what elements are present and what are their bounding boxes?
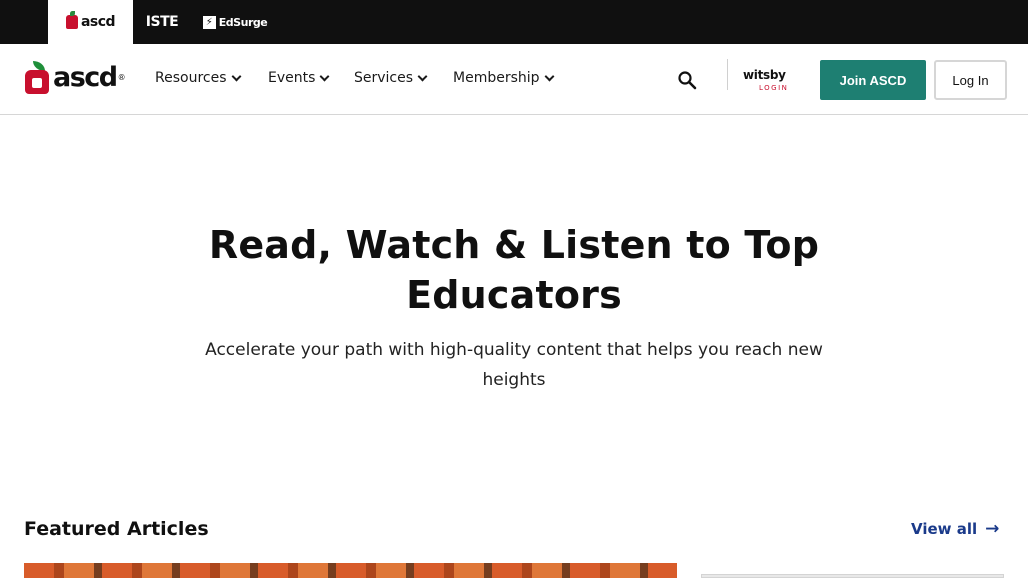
featured-articles-heading: Featured Articles — [24, 518, 209, 540]
witsby-login-link[interactable]: witsby LOGIN — [743, 68, 803, 94]
hero-subtitle: Accelerate your path with high-quality c… — [205, 340, 823, 390]
brand-tab-edsurge[interactable]: ⚡ EdSurge — [198, 0, 272, 44]
brand-tab-ascd[interactable]: ascd — [48, 0, 133, 44]
nav-item-label: Services — [354, 70, 414, 86]
nav-item-resources[interactable]: Resources — [155, 68, 241, 88]
ascd-apple-icon — [25, 60, 49, 94]
ascd-logo[interactable]: ascd ® — [25, 60, 126, 94]
featured-article-card-image[interactable] — [24, 563, 677, 578]
chevron-down-icon — [319, 71, 330, 81]
brand-bar: ascd ISTE ⚡ EdSurge — [0, 0, 1028, 44]
chevron-down-icon — [544, 71, 554, 81]
join-ascd-button[interactable]: Join ASCD — [820, 60, 926, 100]
witsby-wordmark: witsby — [743, 68, 786, 82]
ascd-mini-logo-icon — [65, 11, 78, 29]
view-all-link[interactable]: View all → — [911, 519, 999, 539]
log-in-button[interactable]: Log In — [934, 60, 1007, 100]
logo-wordmark: ascd — [53, 61, 118, 93]
view-all-label: View all — [911, 520, 978, 538]
nav-item-label: Events — [268, 70, 316, 86]
chevron-down-icon — [231, 71, 241, 81]
nav-divider — [727, 59, 728, 90]
card-image-pattern — [24, 563, 677, 578]
nav-item-services[interactable]: Services — [354, 68, 428, 88]
brand-tab-label: EdSurge — [218, 15, 268, 29]
brand-tab-label: ascd — [80, 14, 116, 30]
brand-tab-iste[interactable]: ISTE — [140, 0, 184, 44]
nav-item-membership[interactable]: Membership — [453, 68, 554, 88]
logo-registered-mark: ® — [117, 72, 126, 82]
chevron-down-icon — [417, 71, 428, 81]
brand-tab-label: ISTE — [145, 14, 179, 30]
witsby-login-label: LOGIN — [759, 84, 789, 92]
nav-item-label: Membership — [453, 70, 540, 86]
hero-title: Read, Watch & Listen to Top Educators — [208, 223, 820, 317]
bolt-icon: ⚡ — [202, 15, 216, 29]
featured-article-card-secondary[interactable] — [701, 574, 1004, 578]
nav-item-events[interactable]: Events — [268, 68, 330, 88]
nav-item-label: Resources — [155, 70, 227, 86]
search-icon[interactable] — [677, 70, 697, 90]
arrow-right-icon: → — [985, 519, 1000, 539]
